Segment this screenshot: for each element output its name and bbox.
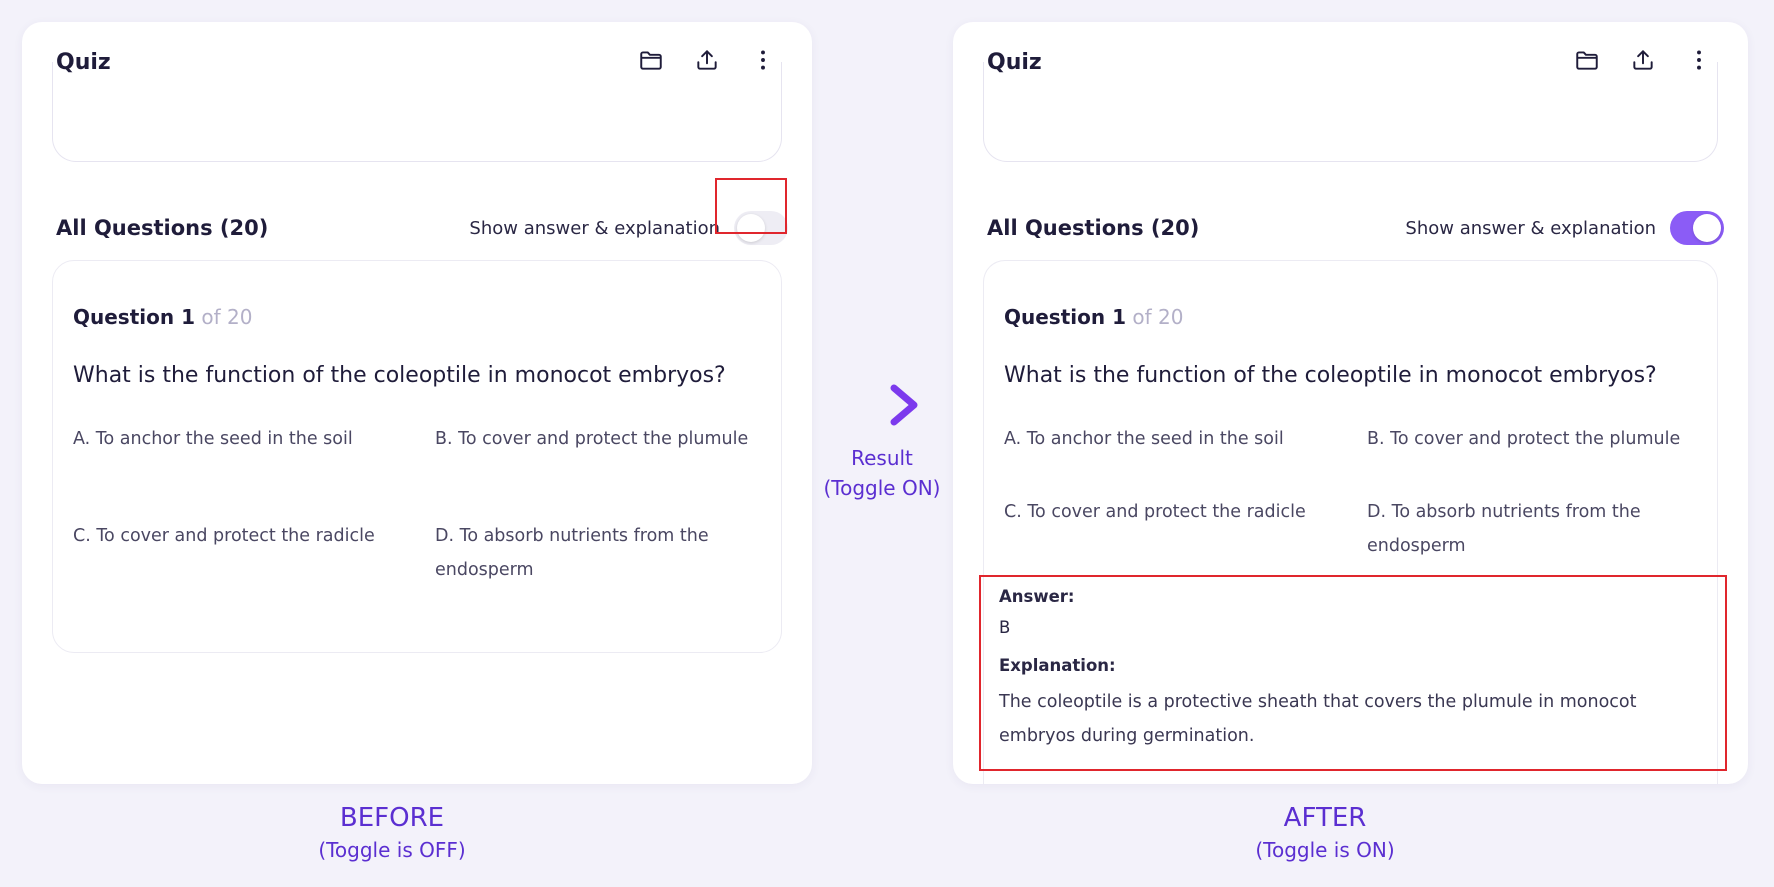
result-annotation: Result (Toggle ON) (810, 443, 954, 503)
after-caption-title: AFTER (1283, 803, 1367, 833)
option-d-line2: endosperm (435, 560, 534, 580)
collapsed-card (52, 62, 782, 162)
before-caption: BEFORE (Toggle is OFF) (252, 800, 532, 864)
before-caption-sub: (Toggle is OFF) (318, 838, 466, 862)
option-c[interactable]: C. To cover and protect the radicle (73, 519, 375, 553)
question-number: Question 1 (73, 305, 195, 329)
quiz-panel-after: Quiz All Questions (20) Show answer & ex… (953, 22, 1748, 784)
arrow-right-icon (840, 384, 918, 426)
question-heading: Question 1 of 20 (73, 305, 252, 329)
after-caption-sub: (Toggle is ON) (1255, 838, 1395, 862)
show-answer-label: Show answer & explanation (1405, 217, 1656, 239)
option-d[interactable]: D. To absorb nutrients from the endosper… (435, 519, 709, 587)
show-answer-toggle-group: Show answer & explanation (1405, 211, 1724, 245)
before-caption-title: BEFORE (339, 803, 445, 833)
toggle-knob (1693, 214, 1721, 242)
questions-section-header: All Questions (20) Show answer & explana… (56, 210, 788, 246)
quiz-panel-before: Quiz All Questions (20) Show answer & ex… (22, 22, 812, 784)
question-text: What is the function of the coleoptile i… (73, 363, 726, 388)
after-caption: AFTER (Toggle is ON) (1185, 800, 1465, 864)
question-number: Question 1 (1004, 305, 1126, 329)
option-d[interactable]: D. To absorb nutrients from the endosper… (1367, 495, 1717, 563)
question-heading: Question 1 of 20 (1004, 305, 1183, 329)
toggle-highlight-box (715, 178, 787, 234)
question-total: of 20 (1125, 305, 1184, 329)
questions-section-header: All Questions (20) Show answer & explana… (987, 210, 1724, 246)
all-questions-title: All Questions (20) (987, 216, 1200, 240)
all-questions-title: All Questions (20) (56, 216, 269, 240)
option-d-line1: D. To absorb nutrients from the (435, 526, 709, 546)
answer-value: B (999, 618, 1011, 637)
question-total: of 20 (194, 305, 253, 329)
result-sub-label: (Toggle ON) (823, 476, 941, 500)
result-label: Result (851, 446, 913, 470)
explanation-text: The coleoptile is a protective sheath th… (999, 692, 1637, 746)
show-answer-toggle[interactable] (1670, 211, 1724, 245)
option-a[interactable]: A. To anchor the seed in the soil (73, 422, 353, 456)
collapsed-card (983, 62, 1718, 162)
explanation-label: Explanation: (999, 656, 1116, 675)
question-text: What is the function of the coleoptile i… (1004, 363, 1657, 388)
option-b[interactable]: B. To cover and protect the plumule (1367, 422, 1680, 456)
option-a[interactable]: A. To anchor the seed in the soil (1004, 422, 1284, 456)
option-b[interactable]: B. To cover and protect the plumule (435, 422, 748, 456)
answer-label: Answer: (999, 587, 1075, 606)
answer-explanation-box: Answer: B Explanation: The coleoptile is… (979, 575, 1727, 771)
question-card: Question 1 of 20 What is the function of… (52, 260, 782, 653)
show-answer-label: Show answer & explanation (469, 217, 720, 239)
option-c[interactable]: C. To cover and protect the radicle (1004, 495, 1306, 529)
